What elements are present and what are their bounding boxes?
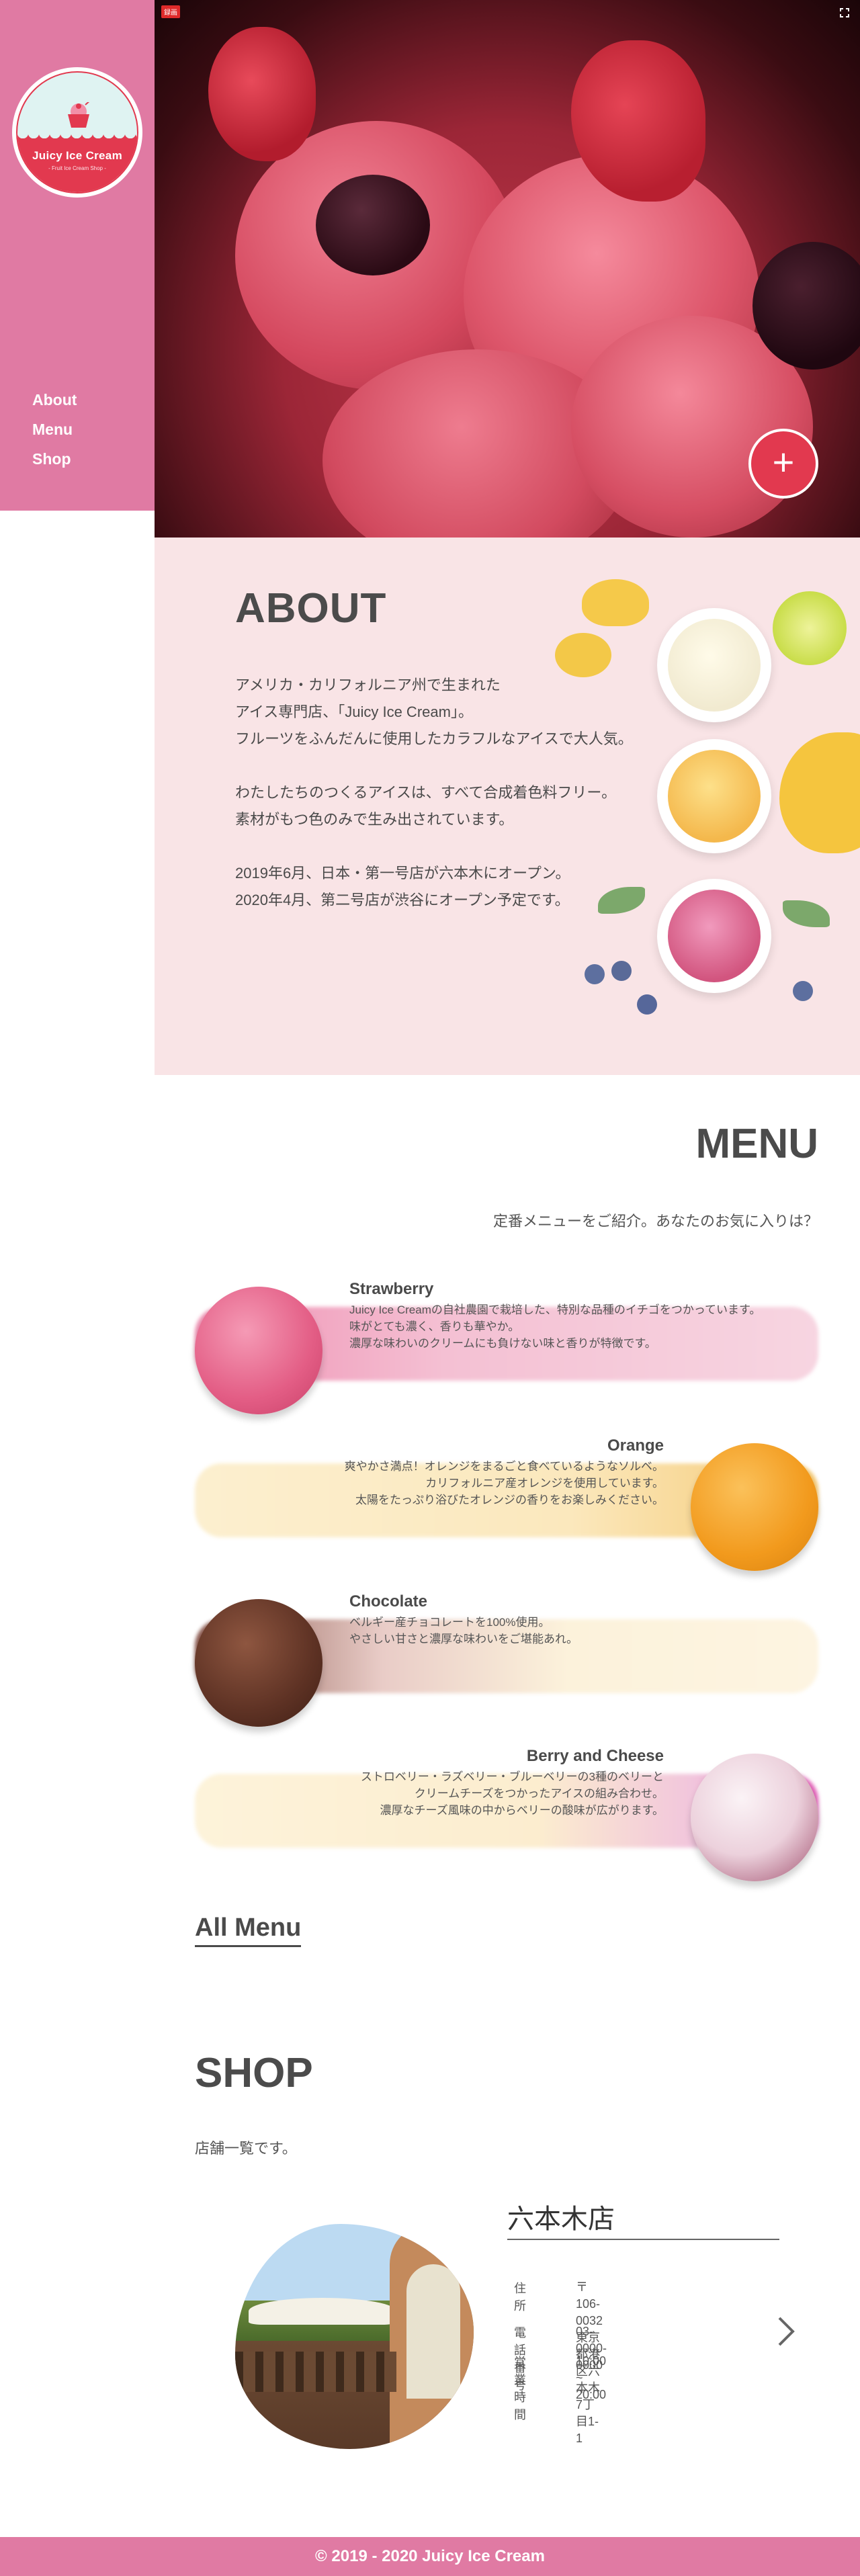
all-menu-link[interactable]: All Menu: [195, 1914, 302, 1947]
desc-line: 濃厚なチーズ風味の中からベリーの酸味が広がります。: [380, 1804, 664, 1817]
menu-item-chocolate[interactable]: Chocolate ベルギー産チョコレートを100%使用。 やさしい甘さと濃厚な…: [195, 1592, 818, 1727]
orange-scoop: [691, 1443, 818, 1571]
lemon-slice: [555, 633, 611, 677]
chocolate-scoop: [195, 1599, 322, 1727]
hero-strawberry: [208, 27, 316, 161]
about-section: ABOUT アメリカ・カリフォルニア州で生まれた アイス専門店、「Juicy I…: [155, 538, 860, 1075]
desc-line: Juicy Ice Creamの自社農園で栽培した、特別な品種のイチゴをつかって…: [349, 1303, 761, 1316]
vanilla-cup: [657, 608, 771, 722]
shop-zip: 〒106-0032: [576, 2280, 603, 2327]
footer: © 2019 - 2020 Juicy Ice Cream: [0, 2537, 860, 2576]
about-text: アメリカ・カリフォルニア州で生まれた アイス専門店、「Juicy Ice Cre…: [235, 672, 633, 941]
shop-address-label: 住所: [514, 2282, 526, 2313]
shop-name[interactable]: 六本木店: [507, 2197, 615, 2236]
menu-item-name: Berry and Cheese: [526, 1747, 664, 1765]
logo-badge: Juicy Ice Cream - Fruit Ice Cream Shop -: [16, 71, 138, 194]
about-line: アイス専門店、「Juicy Ice Cream」。: [235, 703, 473, 720]
desc-line: ストロベリー・ラズベリー・ブルーベリーの3種のベリーと: [360, 1770, 664, 1783]
menu-item-desc: ベルギー産チョコレートを100%使用。 やさしい甘さと濃厚な味わいをご堪能あれ。: [349, 1614, 578, 1647]
menu-item-strawberry[interactable]: Strawberry Juicy Ice Creamの自社農園で栽培した、特別な…: [195, 1280, 818, 1414]
menu-item-desc: Juicy Ice Creamの自社農園で栽培した、特別な品種のイチゴをつかって…: [349, 1301, 761, 1352]
berry-cheese-scoop: [691, 1754, 818, 1881]
shop-photo: [235, 2224, 474, 2449]
menu-item-berry-and-cheese[interactable]: Berry and Cheese ストロベリー・ラズベリー・ブルーベリーの3種の…: [195, 1747, 818, 1881]
shop-tables: [235, 2352, 396, 2392]
about-paragraph: わたしたちのつくるアイスは、すべて合成着色料フリー。 素材がもつ色のみで生み出さ…: [235, 779, 633, 833]
about-line: 2020年4月、第二号店が渋谷にオープン予定です。: [235, 892, 570, 908]
about-line: フルーツをふんだんに使用したカラフルなアイスで大人気。: [235, 730, 633, 747]
menu-title: MENU: [695, 1121, 818, 1167]
shop-arch-opening: [406, 2264, 460, 2399]
plus-icon[interactable]: +: [748, 429, 818, 499]
about-line: 素材がもつ色のみで生み出されています。: [235, 811, 514, 828]
about-line: 2019年6月、日本・第一号店が六本木にオープン。: [235, 865, 570, 882]
about-paragraph: 2019年6月、日本・第一号店が六本木にオープン。 2020年4月、第二号店が渋…: [235, 860, 633, 914]
mango-cup: [657, 739, 771, 853]
menu-item-name: Strawberry: [349, 1280, 434, 1298]
shop-umbrella: [249, 2298, 396, 2325]
footer-copyright: © 2019 - 2020 Juicy Ice Cream: [315, 2547, 545, 2565]
about-paragraph: アメリカ・カリフォルニア州で生まれた アイス専門店、「Juicy Ice Cre…: [235, 672, 633, 753]
desc-line: 爽やかさ満点！オレンジをまるごと食べているようなソルベ。: [344, 1460, 664, 1473]
lemon-slice: [582, 579, 649, 626]
desc-line: 太陽をたっぷり浴びたオレンジの香りをお楽しみください。: [355, 1494, 664, 1506]
shop-hours-label: 営業時間: [514, 2356, 526, 2421]
fullscreen-icon[interactable]: [840, 8, 849, 17]
ice-cream-cup-icon: [68, 102, 90, 128]
desc-line: ベルギー産チョコレートを100%使用。: [349, 1616, 550, 1629]
nav-item-about[interactable]: About: [32, 385, 77, 415]
blueberry: [611, 961, 632, 981]
desc-line: やさしい甘さと濃厚な味わいをご堪能あれ。: [349, 1633, 578, 1645]
menu-item-orange[interactable]: Orange 爽やかさ満点！オレンジをまるごと食べているようなソルベ。 カリフォ…: [195, 1436, 818, 1571]
sidebar: Juicy Ice Cream - Fruit Ice Cream Shop -…: [0, 0, 155, 511]
shop-hours-value: 10:00 ~ 20:00: [576, 2354, 607, 2401]
blueberry: [637, 994, 657, 1015]
recording-badge: 録画: [161, 5, 180, 18]
menu-item-desc: 爽やかさ満点！オレンジをまるごと食べているようなソルベ。 カリフォルニア産オレン…: [345, 1458, 664, 1508]
shop-subtitle: 店舗一覧です。: [195, 2140, 297, 2157]
desc-line: カリフォルニア産オレンジを使用しています。: [425, 1477, 664, 1490]
nav-item-menu[interactable]: Menu: [32, 415, 77, 444]
blueberry: [585, 964, 605, 984]
menu-item-name: Chocolate: [349, 1592, 428, 1611]
lime-slice: [773, 591, 847, 665]
menu-item-desc: ストロベリー・ラズベリー・ブルーベリーの3種のベリーと クリームチーズをつかった…: [361, 1768, 664, 1819]
shop-divider: [507, 2239, 779, 2240]
brand-logo[interactable]: Juicy Ice Cream - Fruit Ice Cream Shop -: [12, 67, 142, 198]
blueberry: [793, 981, 813, 1001]
berry-cup: [657, 879, 771, 993]
mint-leaf: [783, 900, 830, 927]
chevron-right-icon[interactable]: [773, 2311, 800, 2352]
mango-slice: [779, 732, 860, 853]
desc-line: 濃厚な味わいのクリームにも負けない味と香りが特徴です。: [349, 1337, 656, 1350]
about-line: アメリカ・カリフォルニア州で生まれた: [235, 677, 501, 693]
menu-subtitle: 定番メニューをご紹介。あなたのお気に入りは？: [492, 1213, 818, 1230]
about-line: わたしたちのつくるアイスは、すべて合成着色料フリー。: [235, 784, 617, 801]
desc-line: 味がとても濃く、香りも華やか。: [349, 1320, 520, 1333]
desc-line: クリームチーズをつかったアイスの組み合わせ。: [414, 1787, 664, 1800]
brand-tagline: - Fruit Ice Cream Shop -: [48, 165, 106, 171]
main-nav: About Menu Shop: [32, 385, 77, 474]
strawberry-scoop: [195, 1287, 322, 1414]
menu-item-name: Orange: [607, 1436, 664, 1455]
nav-item-shop[interactable]: Shop: [32, 444, 77, 474]
about-title: ABOUT: [235, 585, 387, 632]
shop-title: SHOP: [195, 2050, 313, 2096]
brand-name: Juicy Ice Cream: [32, 149, 122, 162]
hero-blackberry: [316, 175, 430, 275]
